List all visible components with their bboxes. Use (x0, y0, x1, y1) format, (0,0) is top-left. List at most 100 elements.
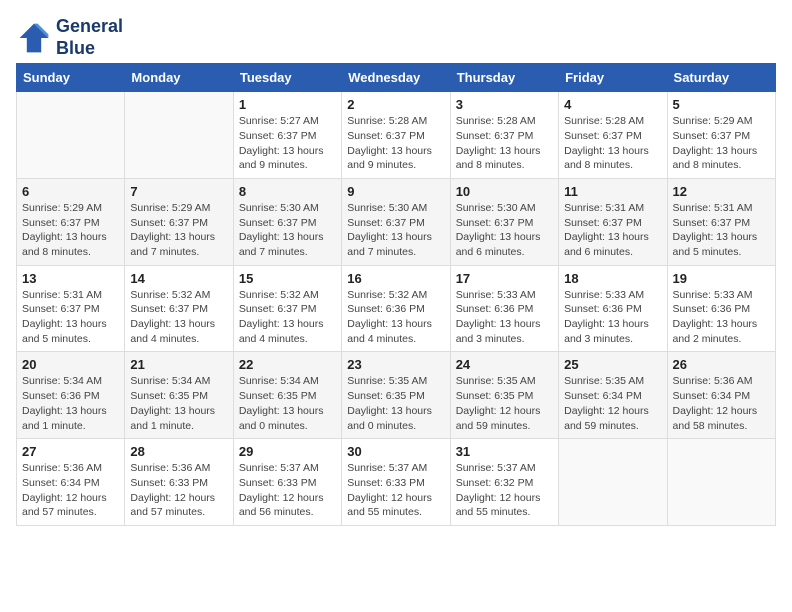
day-info: Sunrise: 5:34 AMSunset: 6:35 PMDaylight:… (130, 374, 227, 433)
calendar-day-cell (559, 439, 667, 526)
logo-text: General Blue (56, 16, 123, 59)
day-info: Sunrise: 5:33 AMSunset: 6:36 PMDaylight:… (456, 288, 553, 347)
calendar-day-cell: 5 Sunrise: 5:29 AMSunset: 6:37 PMDaylight… (667, 92, 775, 179)
weekday-header-row: SundayMondayTuesdayWednesdayThursdayFrid… (17, 64, 776, 92)
calendar-day-cell: 11 Sunrise: 5:31 AMSunset: 6:37 PMDayligh… (559, 178, 667, 265)
day-number: 5 (673, 97, 770, 112)
weekday-header-cell: Wednesday (342, 64, 450, 92)
calendar-day-cell: 14 Sunrise: 5:32 AMSunset: 6:37 PMDayligh… (125, 265, 233, 352)
calendar-day-cell (17, 92, 125, 179)
calendar-week-row: 27 Sunrise: 5:36 AMSunset: 6:34 PMDayligh… (17, 439, 776, 526)
day-info: Sunrise: 5:30 AMSunset: 6:37 PMDaylight:… (239, 201, 336, 260)
calendar-day-cell: 7 Sunrise: 5:29 AMSunset: 6:37 PMDaylight… (125, 178, 233, 265)
day-info: Sunrise: 5:36 AMSunset: 6:34 PMDaylight:… (673, 374, 770, 433)
calendar-day-cell: 17Sunrise: 5:33 AMSunset: 6:36 PMDayligh… (450, 265, 558, 352)
day-info: Sunrise: 5:31 AMSunset: 6:37 PMDaylight:… (22, 288, 119, 347)
day-info: Sunrise: 5:32 AMSunset: 6:36 PMDaylight:… (347, 288, 444, 347)
day-number: 22 (239, 357, 336, 372)
day-info: Sunrise: 5:37 AMSunset: 6:32 PMDaylight:… (456, 461, 553, 520)
day-number: 12 (673, 184, 770, 199)
calendar-week-row: 13 Sunrise: 5:31 AMSunset: 6:37 PMDayligh… (17, 265, 776, 352)
calendar-day-cell: 3 Sunrise: 5:28 AMSunset: 6:37 PMDaylight… (450, 92, 558, 179)
weekday-header-cell: Friday (559, 64, 667, 92)
day-info: Sunrise: 5:30 AMSunset: 6:37 PMDaylight:… (347, 201, 444, 260)
calendar-day-cell: 18 Sunrise: 5:33 AMSunset: 6:36 PMDayligh… (559, 265, 667, 352)
calendar-table: SundayMondayTuesdayWednesdayThursdayFrid… (16, 63, 776, 526)
day-info: Sunrise: 5:31 AMSunset: 6:37 PMDaylight:… (673, 201, 770, 260)
day-info: Sunrise: 5:32 AMSunset: 6:37 PMDaylight:… (130, 288, 227, 347)
calendar-day-cell: 15 Sunrise: 5:32 AMSunset: 6:37 PMDayligh… (233, 265, 341, 352)
day-number: 15 (239, 271, 336, 286)
day-number: 27 (22, 444, 119, 459)
day-number: 10 (456, 184, 553, 199)
calendar-day-cell: 6 Sunrise: 5:29 AMSunset: 6:37 PMDaylight… (17, 178, 125, 265)
day-number: 18 (564, 271, 661, 286)
day-number: 20 (22, 357, 119, 372)
day-info: Sunrise: 5:28 AMSunset: 6:37 PMDaylight:… (347, 114, 444, 173)
calendar-body: 1 Sunrise: 5:27 AMSunset: 6:37 PMDaylight… (17, 92, 776, 526)
day-number: 9 (347, 184, 444, 199)
day-info: Sunrise: 5:35 AMSunset: 6:35 PMDaylight:… (347, 374, 444, 433)
calendar-day-cell: 22 Sunrise: 5:34 AMSunset: 6:35 PMDayligh… (233, 352, 341, 439)
logo: General Blue (16, 16, 123, 59)
day-number: 23 (347, 357, 444, 372)
calendar-day-cell: 4Sunrise: 5:28 AMSunset: 6:37 PMDaylight… (559, 92, 667, 179)
day-info: Sunrise: 5:35 AMSunset: 6:34 PMDaylight:… (564, 374, 661, 433)
calendar-day-cell: 29Sunrise: 5:37 AMSunset: 6:33 PMDayligh… (233, 439, 341, 526)
weekday-header-cell: Saturday (667, 64, 775, 92)
day-info: Sunrise: 5:31 AMSunset: 6:37 PMDaylight:… (564, 201, 661, 260)
calendar-day-cell: 31Sunrise: 5:37 AMSunset: 6:32 PMDayligh… (450, 439, 558, 526)
calendar-day-cell: 25Sunrise: 5:35 AMSunset: 6:34 PMDayligh… (559, 352, 667, 439)
calendar-day-cell: 30 Sunrise: 5:37 AMSunset: 6:33 PMDayligh… (342, 439, 450, 526)
day-info: Sunrise: 5:33 AMSunset: 6:36 PMDaylight:… (564, 288, 661, 347)
calendar-day-cell: 28Sunrise: 5:36 AMSunset: 6:33 PMDayligh… (125, 439, 233, 526)
day-info: Sunrise: 5:27 AMSunset: 6:37 PMDaylight:… (239, 114, 336, 173)
calendar-day-cell: 1 Sunrise: 5:27 AMSunset: 6:37 PMDaylight… (233, 92, 341, 179)
day-number: 8 (239, 184, 336, 199)
calendar-day-cell: 10Sunrise: 5:30 AMSunset: 6:37 PMDayligh… (450, 178, 558, 265)
day-number: 26 (673, 357, 770, 372)
calendar-day-cell: 23 Sunrise: 5:35 AMSunset: 6:35 PMDayligh… (342, 352, 450, 439)
day-number: 21 (130, 357, 227, 372)
day-info: Sunrise: 5:32 AMSunset: 6:37 PMDaylight:… (239, 288, 336, 347)
day-number: 16 (347, 271, 444, 286)
calendar-day-cell: 13 Sunrise: 5:31 AMSunset: 6:37 PMDayligh… (17, 265, 125, 352)
day-info: Sunrise: 5:36 AMSunset: 6:34 PMDaylight:… (22, 461, 119, 520)
calendar-day-cell: 26 Sunrise: 5:36 AMSunset: 6:34 PMDayligh… (667, 352, 775, 439)
day-number: 2 (347, 97, 444, 112)
day-number: 1 (239, 97, 336, 112)
day-info: Sunrise: 5:28 AMSunset: 6:37 PMDaylight:… (456, 114, 553, 173)
day-number: 24 (456, 357, 553, 372)
day-number: 19 (673, 271, 770, 286)
weekday-header-cell: Tuesday (233, 64, 341, 92)
calendar-day-cell: 8 Sunrise: 5:30 AMSunset: 6:37 PMDaylight… (233, 178, 341, 265)
day-number: 13 (22, 271, 119, 286)
calendar-day-cell: 20Sunrise: 5:34 AMSunset: 6:36 PMDayligh… (17, 352, 125, 439)
day-info: Sunrise: 5:36 AMSunset: 6:33 PMDaylight:… (130, 461, 227, 520)
day-info: Sunrise: 5:33 AMSunset: 6:36 PMDaylight:… (673, 288, 770, 347)
calendar-day-cell: 2 Sunrise: 5:28 AMSunset: 6:37 PMDaylight… (342, 92, 450, 179)
calendar-day-cell: 12 Sunrise: 5:31 AMSunset: 6:37 PMDayligh… (667, 178, 775, 265)
day-info: Sunrise: 5:29 AMSunset: 6:37 PMDaylight:… (22, 201, 119, 260)
day-info: Sunrise: 5:37 AMSunset: 6:33 PMDaylight:… (347, 461, 444, 520)
day-number: 3 (456, 97, 553, 112)
calendar-day-cell: 24 Sunrise: 5:35 AMSunset: 6:35 PMDayligh… (450, 352, 558, 439)
calendar-day-cell: 27 Sunrise: 5:36 AMSunset: 6:34 PMDayligh… (17, 439, 125, 526)
day-info: Sunrise: 5:35 AMSunset: 6:35 PMDaylight:… (456, 374, 553, 433)
day-number: 11 (564, 184, 661, 199)
day-number: 4 (564, 97, 661, 112)
day-info: Sunrise: 5:29 AMSunset: 6:37 PMDaylight:… (673, 114, 770, 173)
logo-icon (16, 20, 52, 56)
day-number: 14 (130, 271, 227, 286)
day-number: 6 (22, 184, 119, 199)
day-info: Sunrise: 5:34 AMSunset: 6:35 PMDaylight:… (239, 374, 336, 433)
weekday-header-cell: Thursday (450, 64, 558, 92)
day-number: 7 (130, 184, 227, 199)
calendar-day-cell: 19 Sunrise: 5:33 AMSunset: 6:36 PMDayligh… (667, 265, 775, 352)
calendar-week-row: 1 Sunrise: 5:27 AMSunset: 6:37 PMDaylight… (17, 92, 776, 179)
calendar-day-cell: 9 Sunrise: 5:30 AMSunset: 6:37 PMDaylight… (342, 178, 450, 265)
calendar-day-cell: 21 Sunrise: 5:34 AMSunset: 6:35 PMDayligh… (125, 352, 233, 439)
day-info: Sunrise: 5:29 AMSunset: 6:37 PMDaylight:… (130, 201, 227, 260)
day-number: 30 (347, 444, 444, 459)
calendar-week-row: 6 Sunrise: 5:29 AMSunset: 6:37 PMDaylight… (17, 178, 776, 265)
